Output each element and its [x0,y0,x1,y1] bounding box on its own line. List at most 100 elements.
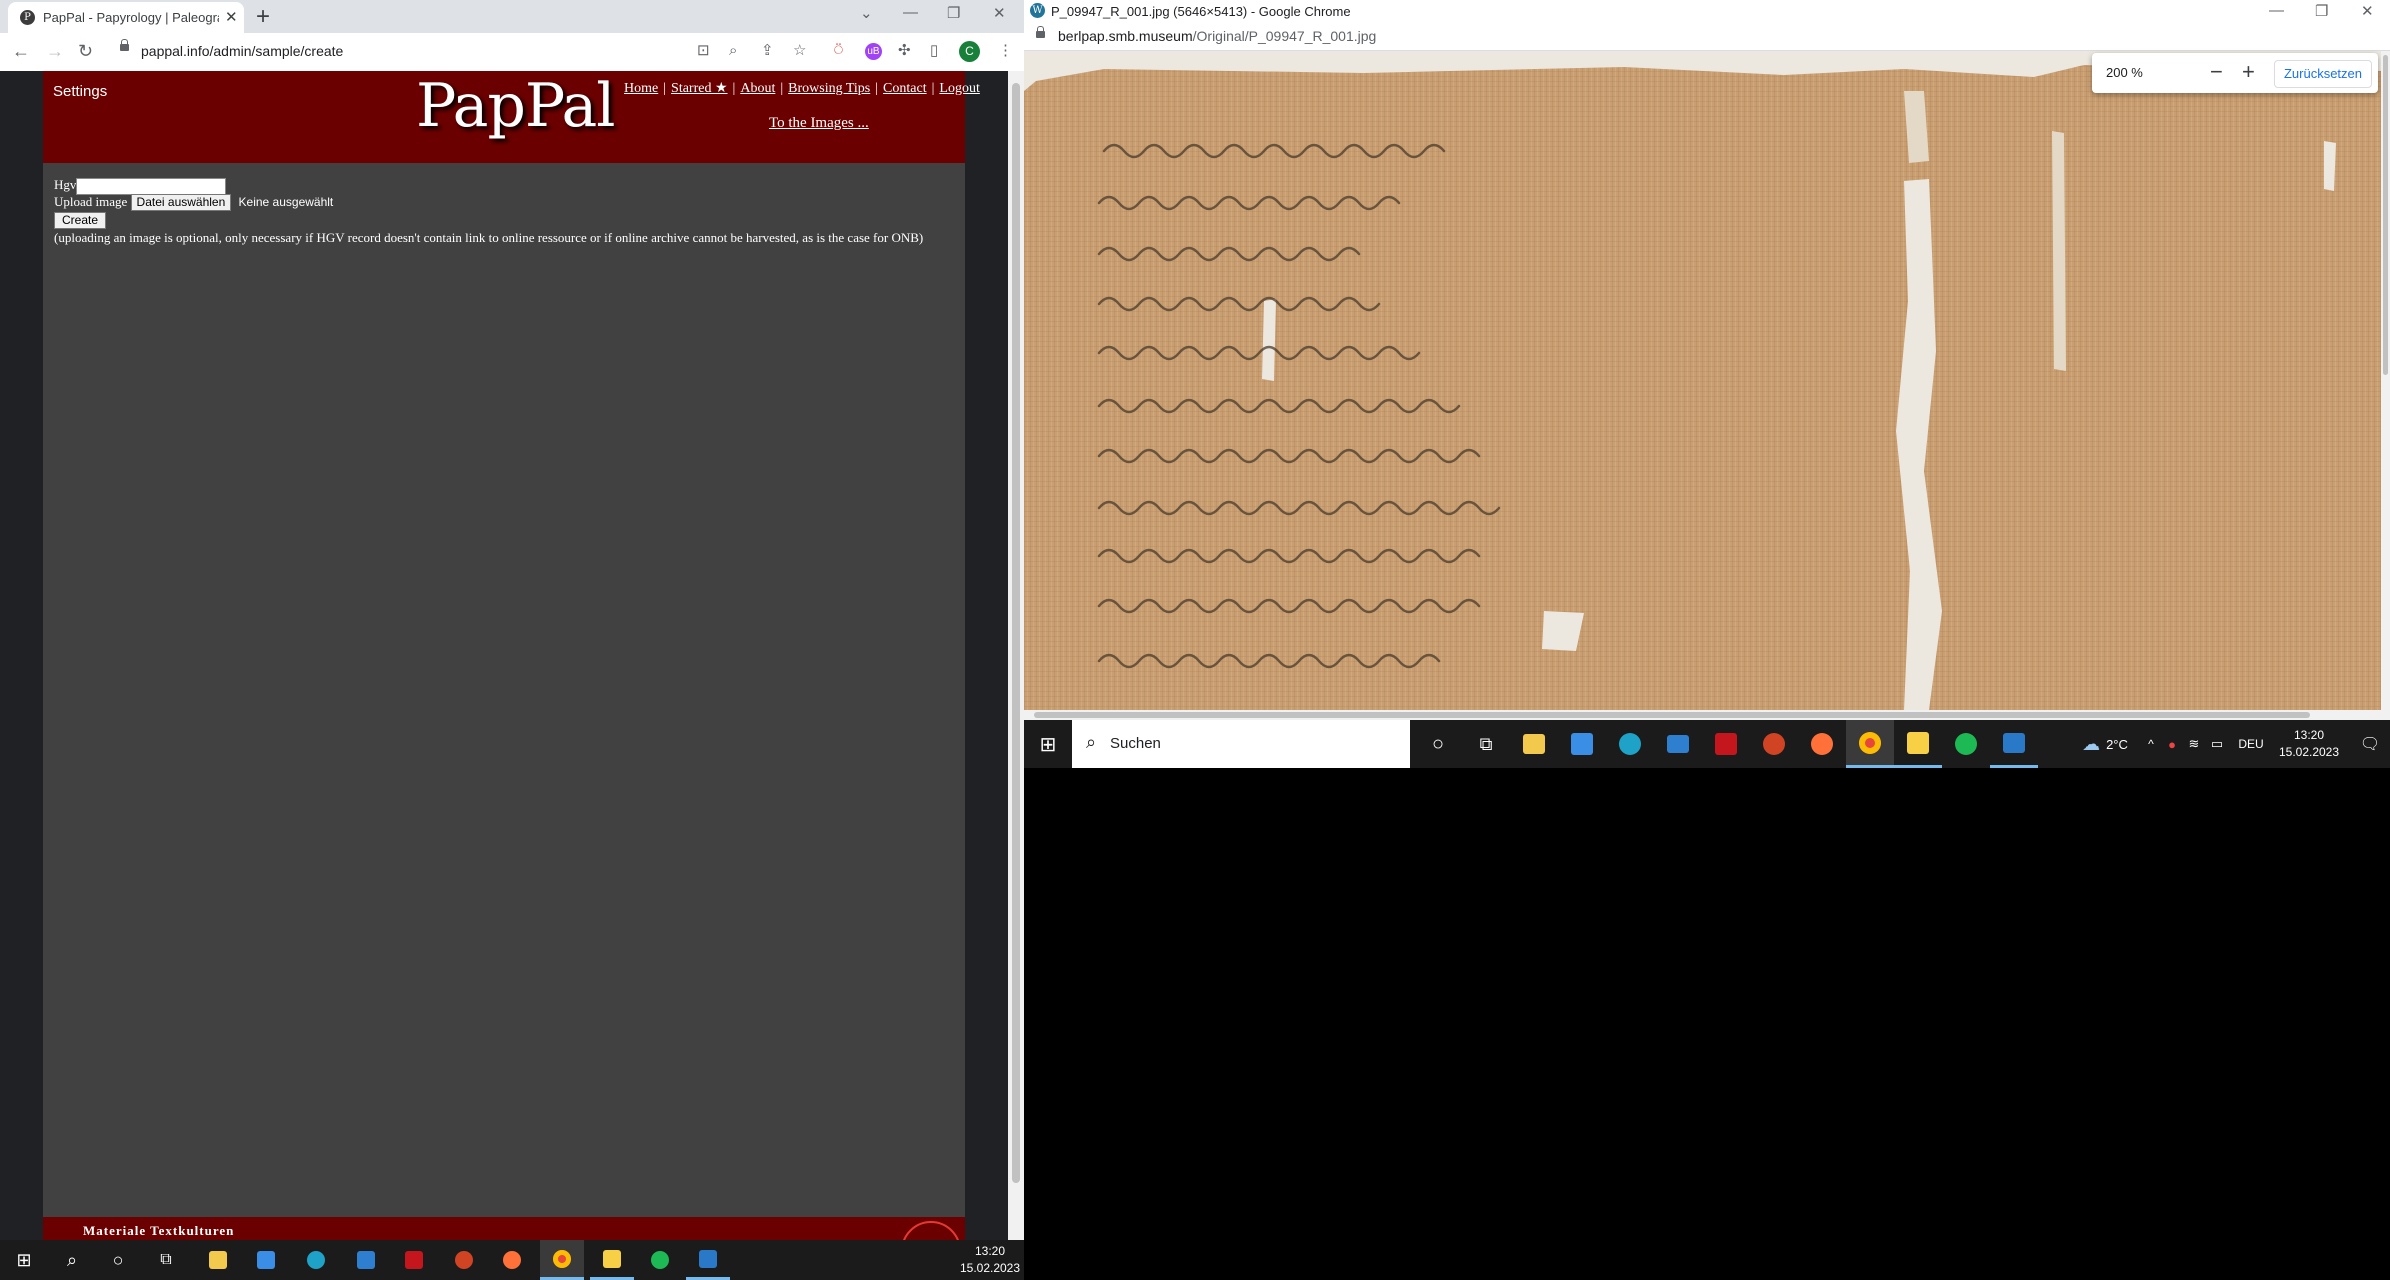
right-address-bar[interactable]: berlpap.smb.museum/Original/P_09947_R_00… [1024,22,2390,51]
to-images-link[interactable]: To the Images ... [769,115,869,132]
taskbar-clock-left[interactable]: 13:20 15.02.2023 [956,1240,1024,1280]
edge-icon[interactable] [294,1240,338,1280]
pappal-page: Settings PapPal Home | Starred ★ | About | Bro… [0,71,1008,1240]
profile-avatar[interactable]: C [959,41,980,62]
viewer-horizontal-scrollbar[interactable] [1024,710,2390,720]
page-scrollbar-thumb[interactable] [1012,83,1020,1183]
right-cortana-icon[interactable]: ○ [1414,720,1462,768]
taskbar-search-box[interactable]: ⌕ Suchen [1072,720,1410,768]
settings-link[interactable]: Settings [53,83,107,100]
taskbar-left: ⊞ ⌕ ○ ⧉ 13:20 15.02.2023 [0,1240,1024,1280]
nav-logout[interactable]: Logout [939,81,979,96]
right-windows-start-icon[interactable]: ⊞ [1024,720,1072,768]
spotify-icon[interactable] [638,1240,682,1280]
right-minimize-icon[interactable]: — [2269,2,2284,19]
upload-note: (uploading an image is optional, only ne… [54,230,924,245]
right-edge-icon[interactable] [1606,720,1654,768]
restore-icon[interactable]: ❐ [947,4,960,22]
right-chrome-taskbar-icon[interactable] [1846,720,1894,768]
search-icon[interactable]: ⌕ [50,1240,94,1280]
tray-chevron-icon[interactable]: ^ [2142,720,2160,768]
image-viewer[interactable] [1024,51,2383,710]
nav-home[interactable]: Home [624,81,658,96]
choose-file-button[interactable]: Datei auswählen [130,194,232,211]
zoom-reset-button[interactable]: Zurücksetzen [2274,60,2372,88]
notifications-icon[interactable]: 🗨 [2350,720,2390,768]
acrobat-icon[interactable] [392,1240,436,1280]
close-window-icon[interactable]: ✕ [993,4,1006,22]
cloud-icon: ☁ [2082,733,2101,754]
powerpoint-icon[interactable] [442,1240,486,1280]
back-icon[interactable]: ← [12,41,30,61]
taskbar-clock-right[interactable]: 13:20 15.02.2023 [2274,720,2344,768]
battery-icon[interactable]: ▭ [2206,720,2228,768]
notes-icon[interactable] [590,1240,634,1280]
nav-starred[interactable]: Starred ★ [671,81,727,96]
right-mail-icon[interactable] [1654,720,1702,768]
extension-purple-icon[interactable]: uB [865,43,882,60]
task-view-icon[interactable]: ⧉ [144,1240,188,1280]
right-store-icon[interactable] [1558,720,1606,768]
extensions-puzzle-icon[interactable]: ✣ [898,42,911,60]
hgv-input[interactable] [76,177,227,195]
tab-search-chevron-icon[interactable]: ⌄ [860,4,873,22]
right-photos-icon[interactable] [1990,720,2038,768]
right-firefox-icon[interactable] [1798,720,1846,768]
hgv-label: Hgv [54,177,77,192]
taskbar-search-placeholder: Suchen [1110,735,1161,752]
right-spotify-icon[interactable] [1942,720,1990,768]
tray-alert-icon[interactable]: ● [2162,720,2182,768]
mail-icon[interactable] [344,1240,388,1280]
pappal-logo[interactable]: PapPal [416,71,615,141]
share-icon[interactable]: ⇪ [761,42,774,60]
right-powerpoint-icon[interactable] [1750,720,1798,768]
pappal-content: Settings PapPal Home | Starred ★ | About | Bro… [43,71,980,1240]
chrome-menu-icon[interactable]: ⋮ [998,42,1013,60]
right-file-explorer-icon[interactable] [1510,720,1558,768]
reload-icon[interactable]: ↻ [78,41,93,61]
chrome-taskbar-icon[interactable] [540,1240,584,1280]
right-task-view-icon[interactable]: ⧉ [1462,720,1510,768]
right-notes-icon[interactable] [1894,720,1942,768]
zoom-in-button[interactable]: + [2242,59,2255,85]
nav-contact[interactable]: Contact [883,81,927,96]
right-acrobat-icon[interactable] [1702,720,1750,768]
nav-browsing-tips[interactable]: Browsing Tips [788,81,870,96]
page-scrollbar[interactable] [1008,71,1024,1240]
zoom-icon[interactable]: ⌕ [729,42,737,60]
side-panel-icon[interactable]: ▯ [930,42,938,60]
right-url: berlpap.smb.museum/Original/P_09947_R_00… [1058,28,1376,44]
cortana-icon[interactable]: ○ [96,1240,140,1280]
minimize-icon[interactable]: — [903,4,918,21]
windows-start-icon[interactable]: ⊞ [0,1240,48,1280]
nav-about[interactable]: About [740,81,775,96]
tab-pappal[interactable]: P PapPal - Papyrology | Paleograph ✕ [8,2,244,33]
weather-widget[interactable]: ☁ 2°C [2072,720,2138,768]
zoom-level: 200 % [2106,65,2143,80]
viewer-horizontal-thumb[interactable] [1034,712,2310,718]
tab-close-icon[interactable]: ✕ [225,8,238,26]
right-window-title: P_09947_R_001.jpg (5646×5413) - Google C… [1051,4,1351,19]
right-restore-icon[interactable]: ❐ [2315,2,2328,20]
input-language[interactable]: DEU [2234,720,2268,768]
store-icon[interactable] [244,1240,288,1280]
create-button[interactable]: Create [54,212,107,229]
extension-red-icon[interactable]: ⍥ [834,42,843,60]
right-close-icon[interactable]: ✕ [2361,2,2374,20]
right-url-path: /Original/P_09947_R_001.jpg [1192,28,1377,44]
new-tab-icon[interactable]: + [256,3,270,31]
viewer-vertical-thumb[interactable] [2383,55,2388,375]
bookmark-star-icon[interactable]: ☆ [793,42,806,60]
translate-icon[interactable]: ⊡ [697,42,710,60]
photos-icon[interactable] [686,1240,730,1280]
firefox-icon[interactable] [490,1240,534,1280]
zoom-out-button[interactable]: − [2210,59,2223,85]
papyrus-image [1024,65,2383,710]
file-explorer-icon[interactable] [196,1240,240,1280]
left-browser-window: P PapPal - Papyrology | Paleograph ✕ + ⌄… [0,0,1024,1240]
wifi-icon[interactable]: ≋ [2184,720,2204,768]
upload-label: Upload image [54,194,128,209]
address-bar[interactable]: pappal.info/admin/sample/create [108,36,688,66]
forward-icon[interactable]: → [46,41,64,61]
viewer-vertical-scrollbar[interactable] [2381,51,2390,710]
